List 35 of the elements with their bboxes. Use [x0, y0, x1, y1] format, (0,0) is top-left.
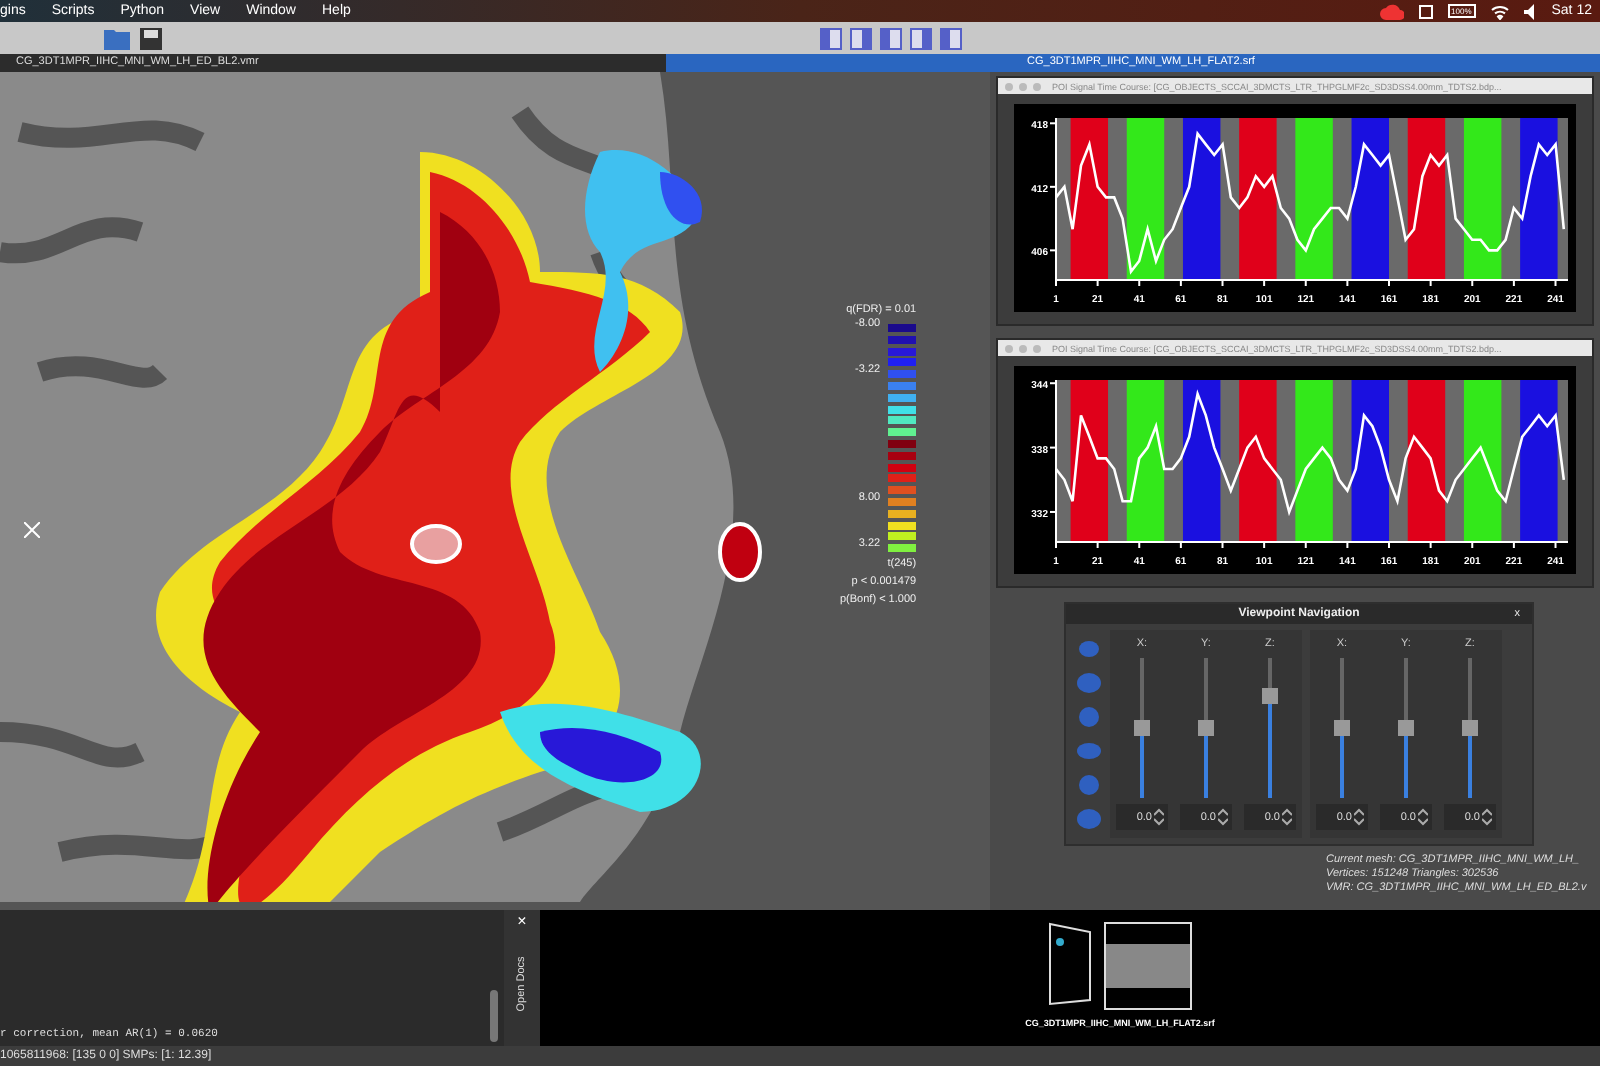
crosshair-icon — [24, 522, 40, 538]
stepper-icon[interactable] — [1354, 808, 1364, 826]
stepper-icon[interactable] — [1482, 808, 1492, 826]
scrollbar-thumb[interactable] — [490, 990, 498, 1042]
layout-icon[interactable] — [910, 27, 932, 49]
slider-thumb[interactable] — [1462, 720, 1478, 736]
cloud-icon[interactable] — [1379, 3, 1404, 19]
stepper-icon[interactable] — [1418, 808, 1428, 826]
brain-view-icon[interactable] — [1076, 638, 1102, 660]
stepper-icon[interactable] — [1218, 808, 1228, 826]
slider-thumb[interactable] — [1398, 720, 1414, 736]
slider-thumb[interactable] — [1198, 720, 1214, 736]
window-buttons-icon[interactable] — [1004, 343, 1044, 353]
slider-thumb[interactable] — [1262, 687, 1278, 704]
brain-view-icon[interactable] — [1076, 672, 1102, 694]
brain-view-icon[interactable] — [1076, 706, 1102, 728]
document-thumbnail[interactable] — [1104, 922, 1192, 1010]
speaker-icon[interactable] — [1523, 3, 1538, 19]
layout-icon[interactable] — [940, 27, 962, 49]
layout-icon[interactable] — [820, 27, 842, 49]
slider-thumb[interactable] — [1334, 720, 1350, 736]
brain-view-icon[interactable] — [1076, 740, 1102, 762]
save-icon[interactable] — [140, 27, 162, 49]
wifi-icon[interactable] — [1489, 3, 1510, 19]
layout-icon[interactable] — [880, 27, 902, 49]
close-button[interactable]: × — [517, 912, 527, 930]
stepper-icon[interactable] — [1282, 808, 1292, 826]
square-icon[interactable] — [1417, 3, 1434, 19]
window-buttons-icon[interactable] — [1004, 81, 1044, 91]
brain-view-icon[interactable] — [1076, 774, 1102, 796]
slider-thumb[interactable] — [1134, 720, 1150, 736]
document-thumbnail[interactable] — [1048, 922, 1092, 1006]
brain-view-icon[interactable] — [1076, 808, 1102, 830]
layout-icon[interactable] — [850, 27, 872, 49]
stepper-icon[interactable] — [1154, 808, 1164, 826]
